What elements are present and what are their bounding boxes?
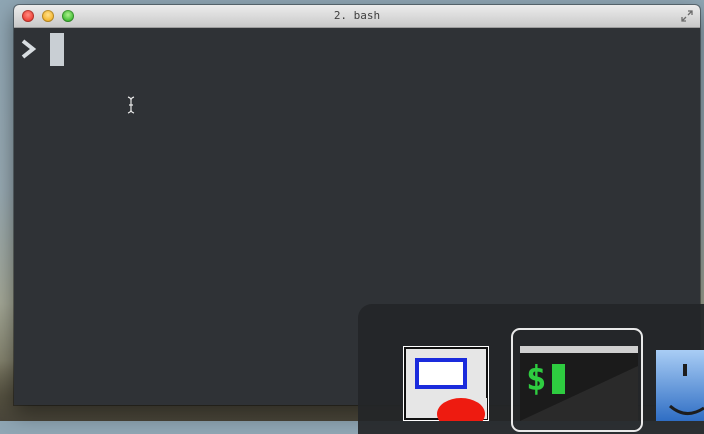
chevron-right-icon [21,39,37,59]
finder-icon[interactable] [656,350,704,421]
i-beam-cursor-icon [127,96,135,114]
terminal-app-icon[interactable]: $ [520,346,638,421]
fullscreen-icon[interactable] [680,9,694,23]
prompt-line [20,32,64,66]
block-cursor [50,32,64,66]
svg-text:$: $ [526,359,546,399]
window-titlebar[interactable]: 2. bash [14,5,700,28]
window-title: 2. bash [333,9,381,22]
drawing-app-icon[interactable] [403,346,489,421]
